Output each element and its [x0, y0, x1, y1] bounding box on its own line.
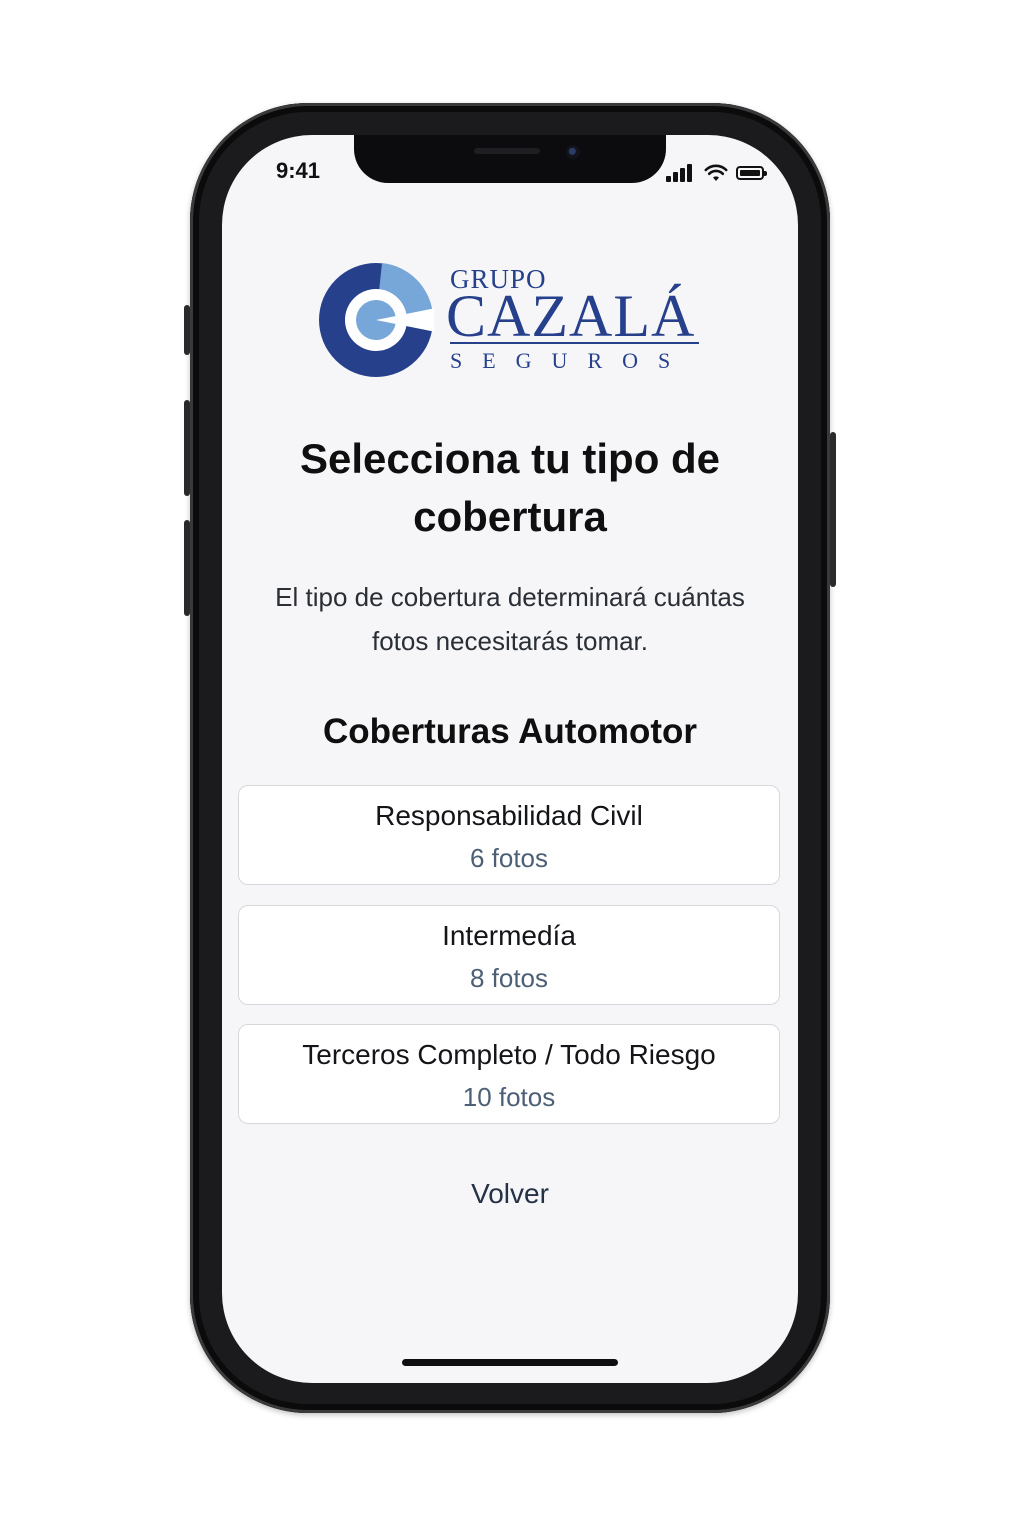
coverage-option-terceros-completo[interactable]: Terceros Completo / Todo Riesgo 10 fotos: [238, 1024, 780, 1124]
status-time: 9:41: [276, 158, 321, 183]
back-button[interactable]: Volver: [410, 1178, 610, 1210]
home-indicator[interactable]: [402, 1359, 618, 1366]
status-icons: [666, 162, 770, 184]
page-subtitle-line-1: El tipo de cobertura determinará cuántas: [275, 582, 745, 612]
volume-down-button: [184, 520, 190, 616]
logo-name-text: CAZALÁ: [446, 283, 696, 349]
coverage-photo-count: 10 fotos: [462, 1082, 556, 1112]
front-camera-icon: [566, 145, 580, 159]
logo-divider: [450, 342, 699, 344]
coverage-option-intermedia[interactable]: Intermedía 8 fotos: [238, 905, 780, 1005]
page-title-line-2: cobertura: [413, 493, 607, 540]
coverage-option-responsabilidad-civil[interactable]: Responsabilidad Civil 6 fotos: [238, 785, 780, 885]
cellular-signal-icon: [666, 162, 696, 184]
coverage-name: Responsabilidad Civil: [375, 800, 643, 831]
logo-mark-icon: [319, 263, 434, 377]
notch: [354, 135, 666, 183]
page-title: Selecciona tu tipo de cobertura: [250, 430, 770, 546]
coverage-photo-count: 6 fotos: [469, 843, 549, 873]
page-subtitle-line-2: fotos necesitarás tomar.: [371, 626, 649, 656]
coverage-name: Terceros Completo / Todo Riesgo: [302, 1039, 716, 1070]
company-logo: GRUPO CAZALÁ SEGUROS: [318, 262, 703, 377]
logo-tagline-text: SEGUROS: [450, 348, 691, 373]
battery-icon: [736, 166, 767, 180]
section-title: Coberturas Automotor: [323, 712, 697, 751]
wifi-icon: [704, 164, 728, 181]
volume-up-button: [184, 400, 190, 496]
power-button: [830, 432, 836, 587]
coverage-photo-count: 8 fotos: [469, 963, 549, 993]
coverage-name: Intermedía: [442, 920, 576, 951]
page-title-line-1: Selecciona tu tipo de: [299, 435, 721, 482]
silent-switch: [184, 305, 190, 355]
page-subtitle: El tipo de cobertura determinará cuántas…: [244, 575, 776, 663]
